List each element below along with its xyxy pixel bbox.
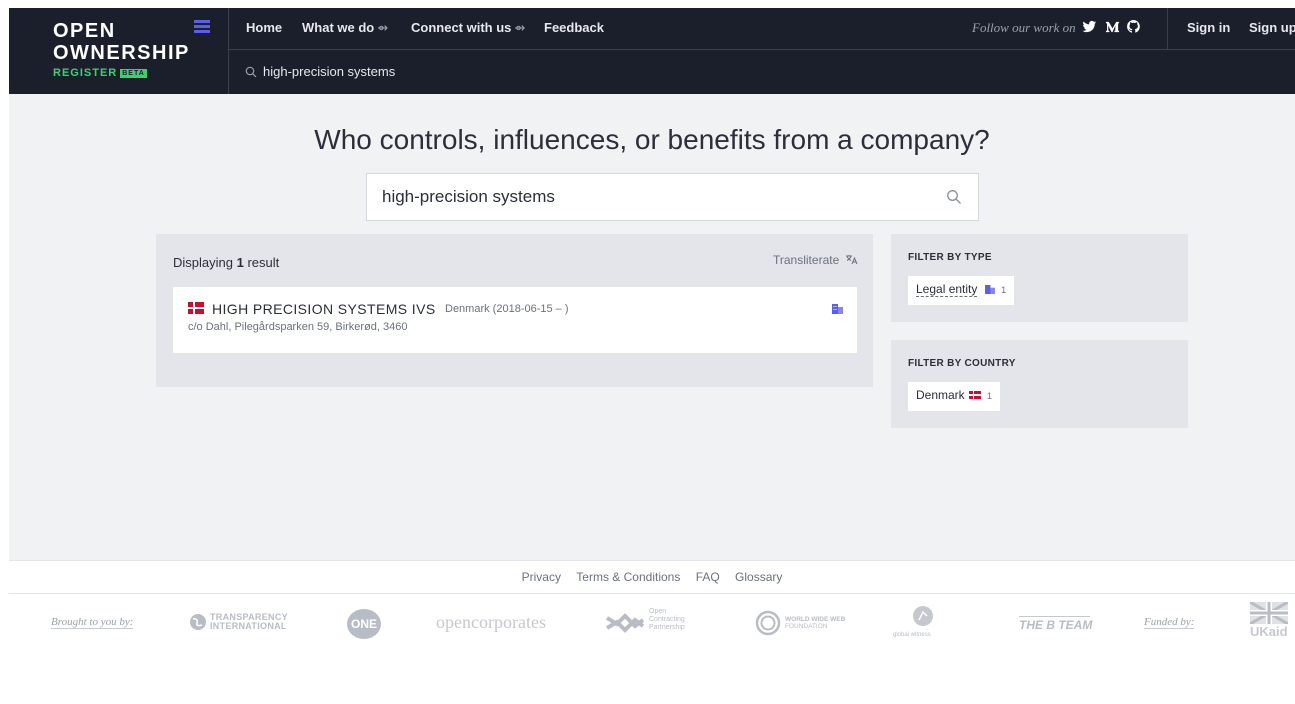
footer-link-faq[interactable]: FAQ <box>696 570 720 584</box>
nav-connect-link[interactable]: Connect with us ⇴ <box>411 20 525 36</box>
github-icon[interactable] <box>1126 19 1141 34</box>
footer-link-glossary[interactable]: Glossary <box>735 570 782 584</box>
header-search-bar[interactable]: high-precision systems <box>229 50 1295 94</box>
globe-icon <box>190 614 206 630</box>
search-input[interactable]: high-precision systems <box>382 187 555 207</box>
filter-chip-denmark[interactable]: Denmark 1 <box>908 382 1001 411</box>
logo-register-text: REGISTER <box>53 67 118 79</box>
global-witness-logo[interactable]: global witness <box>893 604 953 644</box>
opencorporates-logo[interactable]: opencorporates <box>436 612 546 633</box>
filter-by-country-panel: FILTER BY COUNTRY Denmark 1 <box>891 340 1188 428</box>
ocp-line-2: Contracting <box>649 616 685 623</box>
follow-text: Follow our work on <box>972 20 1076 35</box>
w3f-line-1: WORLD WIDE WEB <box>785 616 846 623</box>
global-witness-icon <box>913 606 933 626</box>
denmark-flag-icon <box>188 302 204 314</box>
transliterate-button[interactable]: Transliterate <box>773 253 858 267</box>
site-header: OPEN OWNERSHIP REGISTER BETA Home What we… <box>9 8 1295 94</box>
sponsors-bar: Brought to you by: TRANSPARENCY INTERNAT… <box>9 594 1295 654</box>
sign-in-link[interactable]: Sign in <box>1187 20 1230 35</box>
b-team-logo[interactable]: THE B TEAM <box>1019 616 1092 632</box>
footer-links: Privacy Terms & Conditions FAQ Glossary <box>9 560 1295 594</box>
filter-chip-count: 1 <box>987 391 993 401</box>
filter-country-title: FILTER BY COUNTRY <box>908 358 1016 369</box>
logo-line-ownership: OWNERSHIP <box>53 42 190 64</box>
search-icon[interactable] <box>946 189 962 205</box>
footer-link-terms[interactable]: Terms & Conditions <box>576 570 680 584</box>
nav-what-we-do-label: What we do <box>302 20 375 35</box>
result-item[interactable]: HIGH PRECISION SYSTEMS IVS Denmark (2018… <box>173 287 857 353</box>
footer-link-privacy[interactable]: Privacy <box>522 570 561 584</box>
results-count-number: 1 <box>236 255 244 270</box>
w3f-line-2: FOUNDATION <box>785 623 828 630</box>
medium-icon[interactable] <box>1105 19 1120 34</box>
nav-what-we-do-link[interactable]: What we do ⇴ <box>302 20 388 36</box>
brought-to-you-by-label: Brought to you by: <box>51 616 134 629</box>
results-panel: Displaying 1 result Transliterate HIGH P… <box>156 234 873 387</box>
w3f-ring-icon <box>755 610 781 636</box>
site-logo[interactable]: OPEN OWNERSHIP REGISTER BETA <box>9 8 229 94</box>
ocp-line-1: Open <box>649 608 667 615</box>
logo-line-open: OPEN <box>53 20 116 42</box>
external-arrow-icon: ⇴ <box>377 20 389 35</box>
external-arrow-icon: ⇴ <box>514 20 526 35</box>
denmark-flag-icon <box>968 391 981 399</box>
nav-divider <box>1167 8 1168 50</box>
main-search-box[interactable]: high-precision systems <box>366 173 979 221</box>
result-name[interactable]: HIGH PRECISION SYSTEMS IVS <box>212 301 436 317</box>
legal-entity-icon <box>832 304 843 314</box>
filter-chip-label: Denmark <box>916 388 965 402</box>
one-logo[interactable]: ONE <box>347 609 381 639</box>
page: OPEN OWNERSHIP REGISTER BETA Home What we… <box>9 8 1295 704</box>
logo-line-register: REGISTER BETA <box>53 67 147 79</box>
filter-chip-count: 1 <box>1001 285 1007 295</box>
sign-up-link[interactable]: Sign up <box>1249 20 1295 35</box>
search-icon <box>245 66 257 78</box>
main-nav: Home What we do ⇴ Connect with us ⇴ Feedba… <box>229 8 1295 50</box>
ukaid-text: UKaid <box>1250 624 1288 639</box>
results-prefix: Displaying <box>173 255 233 270</box>
legal-entity-icon <box>984 285 995 294</box>
filter-type-title: FILTER BY TYPE <box>908 252 992 263</box>
filter-chip-legal-entity[interactable]: Legal entity 1 <box>908 276 1015 305</box>
global-witness-text: global witness <box>893 632 931 638</box>
filter-chip-label: Legal entity <box>916 282 978 297</box>
union-jack-icon <box>1250 602 1288 624</box>
result-jurisdiction: Denmark (2018-06-15 – ) <box>445 303 569 315</box>
page-title: Who controls, influences, or benefits fr… <box>314 124 990 155</box>
funded-by-label: Funded by: <box>1144 616 1195 629</box>
results-count: Displaying 1 result <box>173 255 279 270</box>
ocp-line-3: Partnership <box>649 624 685 631</box>
beta-badge: BETA <box>120 69 147 78</box>
open-contracting-icon <box>605 613 645 633</box>
logo-mark-icon <box>194 20 210 38</box>
nav-connect-label: Connect with us <box>411 20 512 35</box>
ti-line-2: INTERNATIONAL <box>210 621 287 631</box>
results-suffix: result <box>247 255 280 270</box>
header-search-input[interactable]: high-precision systems <box>263 64 395 79</box>
nav-home-link[interactable]: Home <box>246 20 282 35</box>
result-address: c/o Dahl, Pilegårdsparken 59, Birkerød, … <box>188 321 408 333</box>
filter-by-type-panel: FILTER BY TYPE Legal entity 1 <box>891 234 1188 322</box>
transliterate-label: Transliterate <box>773 253 840 267</box>
transliterate-icon <box>845 255 858 265</box>
twitter-icon[interactable] <box>1082 19 1097 34</box>
nav-feedback-link[interactable]: Feedback <box>544 20 604 35</box>
